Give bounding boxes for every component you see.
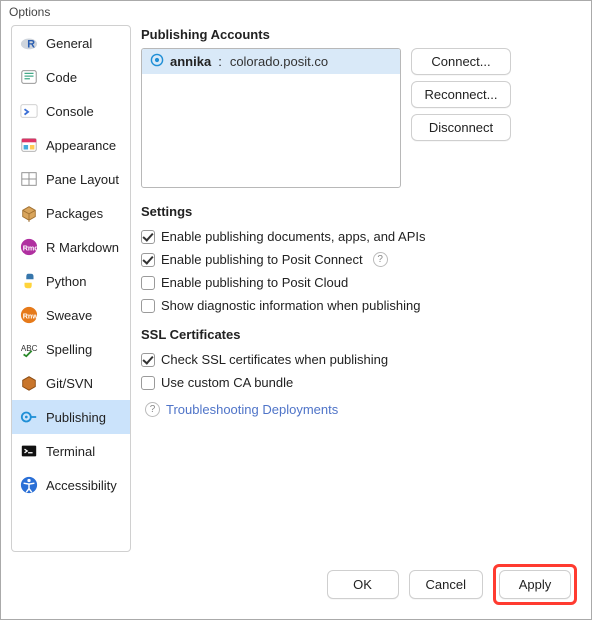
appearance-icon [20,136,38,154]
svg-text:Rmd: Rmd [23,244,38,253]
sidebar-item-pane-layout[interactable]: Pane Layout [12,162,130,196]
troubleshoot-row: ? Troubleshooting Deployments [141,394,577,417]
sidebar-item-git-svn[interactable]: Git/SVN [12,366,130,400]
reconnect-button[interactable]: Reconnect... [411,81,511,108]
section-settings: Settings [141,204,577,219]
ssl-check-certificates[interactable]: Check SSL certificates when publishing [141,348,577,371]
sidebar-item-console[interactable]: Console [12,94,130,128]
python-icon [20,272,38,290]
help-icon[interactable]: ? [373,252,388,267]
sidebar-item-appearance[interactable]: Appearance [12,128,130,162]
setting-show-diagnostic[interactable]: Show diagnostic information when publish… [141,294,577,317]
sidebar-item-label: Code [46,70,77,85]
sidebar-item-code[interactable]: Code [12,60,130,94]
dialog-body: R General Code Console Appe [1,25,591,552]
sidebar-item-label: Terminal [46,444,95,459]
spelling-icon: ABC [20,340,38,358]
sidebar-item-accessibility[interactable]: Accessibility [12,468,130,502]
sidebar-item-label: Pane Layout [46,172,119,187]
sidebar-item-label: Console [46,104,94,119]
cancel-button[interactable]: Cancel [409,570,483,599]
account-username: annika [170,54,211,69]
section-ssl-certificates: SSL Certificates [141,327,577,342]
setting-enable-posit-cloud[interactable]: Enable publishing to Posit Cloud [141,271,577,294]
account-buttons: Connect... Reconnect... Disconnect [411,48,511,188]
disconnect-button[interactable]: Disconnect [411,114,511,141]
sidebar-item-label: Spelling [46,342,92,357]
sidebar-item-terminal[interactable]: Terminal [12,434,130,468]
accounts-list[interactable]: annika: colorado.posit.co [141,48,401,188]
svg-text:Rnw: Rnw [23,312,38,321]
svg-text:ABC: ABC [21,344,38,353]
help-icon[interactable]: ? [145,402,160,417]
sidebar-item-publishing[interactable]: Publishing [12,400,130,434]
checkbox-label: Enable publishing to Posit Cloud [161,275,348,290]
checkbox-icon[interactable] [141,376,155,390]
accessibility-icon [20,476,38,494]
sidebar-item-label: Publishing [46,410,106,425]
svg-text:R: R [27,39,35,51]
sidebar-item-label: R Markdown [46,240,119,255]
checkbox-icon[interactable] [141,276,155,290]
window-title: Options [1,1,591,25]
r-logo-icon: R [20,34,38,52]
checkbox-label: Enable publishing to Posit Connect [161,252,363,267]
checkbox-label: Use custom CA bundle [161,375,293,390]
apply-button[interactable]: Apply [499,570,571,599]
sidebar-item-label: Python [46,274,86,289]
checkbox-label: Enable publishing documents, apps, and A… [161,229,426,244]
account-server: colorado.posit.co [230,54,328,69]
checkbox-label: Check SSL certificates when publishing [161,352,388,367]
sidebar-item-label: Accessibility [46,478,117,493]
sidebar: R General Code Console Appe [11,25,131,552]
posit-connect-icon [150,53,164,70]
sidebar-item-label: Appearance [46,138,116,153]
sidebar-item-label: General [46,36,92,51]
checkbox-label: Show diagnostic information when publish… [161,298,420,313]
sidebar-item-label: Git/SVN [46,376,93,391]
console-prompt-icon [20,102,38,120]
connect-button[interactable]: Connect... [411,48,511,75]
options-dialog: Options R General Code Console [0,0,592,620]
checkbox-icon[interactable] [141,230,155,244]
ok-button[interactable]: OK [327,570,399,599]
sidebar-item-python[interactable]: Python [12,264,130,298]
sidebar-item-sweave[interactable]: Rnw Sweave [12,298,130,332]
setting-enable-posit-connect[interactable]: Enable publishing to Posit Connect ? [141,248,577,271]
sidebar-item-general[interactable]: R General [12,26,130,60]
code-icon [20,68,38,86]
terminal-icon [20,442,38,460]
dialog-footer: OK Cancel Apply [1,552,591,619]
ssl-custom-ca-bundle[interactable]: Use custom CA bundle [141,371,577,394]
sidebar-item-spelling[interactable]: ABC Spelling [12,332,130,366]
git-icon [20,374,38,392]
pane-layout-icon [20,170,38,188]
setting-enable-publishing[interactable]: Enable publishing documents, apps, and A… [141,225,577,248]
section-publishing-accounts: Publishing Accounts [141,27,577,42]
accounts-row: annika: colorado.posit.co Connect... Rec… [141,48,577,188]
publishing-icon [20,408,38,426]
checkbox-icon[interactable] [141,253,155,267]
sidebar-item-label: Sweave [46,308,92,323]
main-panel: Publishing Accounts annika: colorado.pos… [141,25,581,552]
checkbox-icon[interactable] [141,299,155,313]
sweave-icon: Rnw [20,306,38,324]
sidebar-item-r-markdown[interactable]: Rmd R Markdown [12,230,130,264]
troubleshooting-link[interactable]: Troubleshooting Deployments [166,402,338,417]
account-separator: : [218,54,222,69]
sidebar-item-label: Packages [46,206,103,221]
apply-highlight: Apply [493,564,577,605]
account-item[interactable]: annika: colorado.posit.co [142,49,400,74]
rmarkdown-icon: Rmd [20,238,38,256]
checkbox-icon[interactable] [141,353,155,367]
package-icon [20,204,38,222]
sidebar-item-packages[interactable]: Packages [12,196,130,230]
